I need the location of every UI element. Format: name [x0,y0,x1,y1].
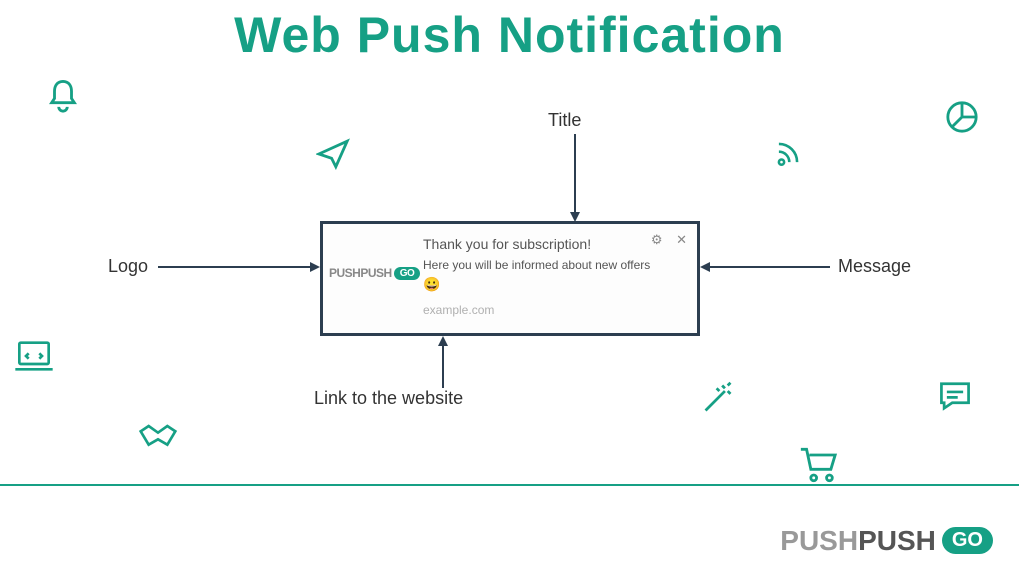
arrow-message [700,260,830,274]
notification-logo: PUSHPUSHGO [329,266,420,280]
brand-part2: PUSH [858,525,936,556]
label-link: Link to the website [314,388,463,409]
notification-card: ⚙ ✕ PUSHPUSHGO Thank you for subscriptio… [320,221,700,336]
chat-icon [936,378,974,414]
notification-emoji: 😀 [423,276,685,293]
arrow-link [436,336,450,388]
label-title: Title [548,110,581,131]
laptop-code-icon [14,340,54,372]
magic-wand-icon [700,380,736,416]
notification-link[interactable]: example.com [423,303,685,317]
diagram-stage: Web Push Notification Title Logo Message… [0,0,1019,571]
pie-chart-icon [945,100,979,134]
arrow-logo [158,260,320,274]
rss-icon [775,140,801,166]
notification-message: Here you will be informed about new offe… [423,258,685,272]
bell-icon [46,78,80,116]
paper-plane-icon [316,138,350,170]
label-message: Message [838,256,911,277]
label-logo: Logo [108,256,148,277]
brand-logo: PUSHPUSHGO [780,525,993,557]
cart-icon [798,446,838,484]
gear-icon[interactable]: ⚙ [651,232,663,247]
handshake-icon [138,420,178,456]
arrow-title [568,134,582,222]
notification-logo-text: PUSHPUSH [329,266,392,280]
page-title: Web Push Notification [0,6,1019,64]
brand-badge: GO [942,527,993,554]
notification-body: Thank you for subscription! Here you wil… [423,236,685,317]
notification-logo-badge: GO [394,267,421,280]
close-icon[interactable]: ✕ [676,232,687,247]
notification-controls: ⚙ ✕ [641,232,687,248]
brand-part1: PUSH [780,525,858,556]
footer-divider [0,484,1019,486]
